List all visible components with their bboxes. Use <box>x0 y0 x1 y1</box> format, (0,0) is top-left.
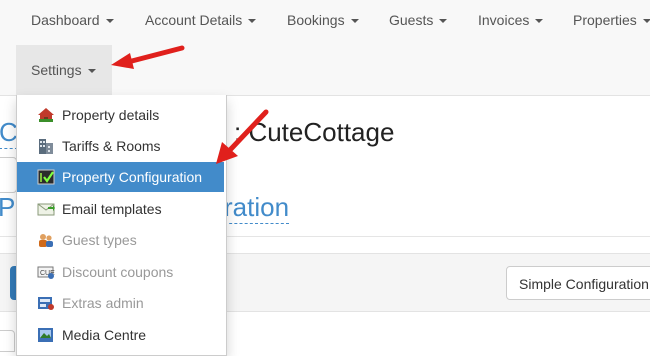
nav-dashboard[interactable]: Dashboard <box>31 0 114 40</box>
menu-item-label: Property details <box>62 107 160 123</box>
menu-item-property-details[interactable]: Property details <box>17 100 224 130</box>
menu-item-guest-types: Guest types <box>17 225 224 255</box>
nav-settings[interactable]: Settings <box>16 45 112 95</box>
nav-properties[interactable]: Properties <box>573 0 650 40</box>
partial-input[interactable] <box>0 157 17 193</box>
caret-down-icon <box>535 19 544 24</box>
nav-guests-label: Guests <box>389 12 434 28</box>
building-icon <box>39 139 53 154</box>
coupon-icon: CUE <box>37 266 55 279</box>
nav-invoices[interactable]: Invoices <box>478 0 544 40</box>
nav-dashboard-label: Dashboard <box>31 12 100 28</box>
house-icon <box>38 108 54 122</box>
menu-item-label: Extras admin <box>62 295 144 311</box>
caret-down-icon <box>350 19 359 24</box>
simple-configuration-button[interactable]: Simple Configuration <box>506 266 650 300</box>
nav-bookings[interactable]: Bookings <box>287 0 359 40</box>
red-arrow-icon <box>111 45 185 69</box>
menu-item-label: Email templates <box>62 201 162 217</box>
nav-guests[interactable]: Guests <box>389 0 448 40</box>
menu-item-discount-coupons: CUE Discount coupons <box>17 257 224 287</box>
nav-bookings-label: Bookings <box>287 12 345 28</box>
nav-account-details[interactable]: Account Details <box>145 0 257 40</box>
settings-dropdown-menu: Property details Tariffs & Rooms Propert… <box>16 95 227 356</box>
nav-invoices-label: Invoices <box>478 12 530 28</box>
caret-down-icon <box>248 19 257 24</box>
section-heading-right: ration <box>224 192 290 224</box>
nav-settings-label: Settings <box>31 62 82 78</box>
menu-item-label: Guest types <box>62 232 137 248</box>
caret-down-icon <box>642 19 650 24</box>
menu-item-tariffs-rooms[interactable]: Tariffs & Rooms <box>17 131 224 161</box>
media-icon <box>38 328 53 342</box>
people-icon <box>39 234 53 247</box>
caret-down-icon <box>105 19 114 24</box>
menu-item-property-configuration[interactable]: Property Configuration <box>17 162 224 192</box>
section-heading-left: P <box>0 192 16 222</box>
menu-item-label: Tariffs & Rooms <box>62 138 161 154</box>
caret-down-icon <box>87 69 96 74</box>
caret-down-icon <box>439 19 448 24</box>
nav-properties-label: Properties <box>573 12 637 28</box>
checkbox-panel-icon <box>37 169 55 185</box>
partial-panel <box>0 330 15 352</box>
menu-item-extras-admin: Extras admin <box>17 288 224 318</box>
top-navbar: Dashboard Account Details Bookings Guest… <box>0 0 650 96</box>
menu-item-email-templates[interactable]: Email templates <box>17 194 224 224</box>
red-arrow-icon <box>216 109 269 164</box>
extras-icon <box>38 297 54 310</box>
envelope-icon <box>37 203 55 216</box>
menu-item-label: Discount coupons <box>62 264 174 280</box>
menu-item-label: Property Configuration <box>62 169 203 185</box>
nav-account-details-label: Account Details <box>145 12 243 28</box>
